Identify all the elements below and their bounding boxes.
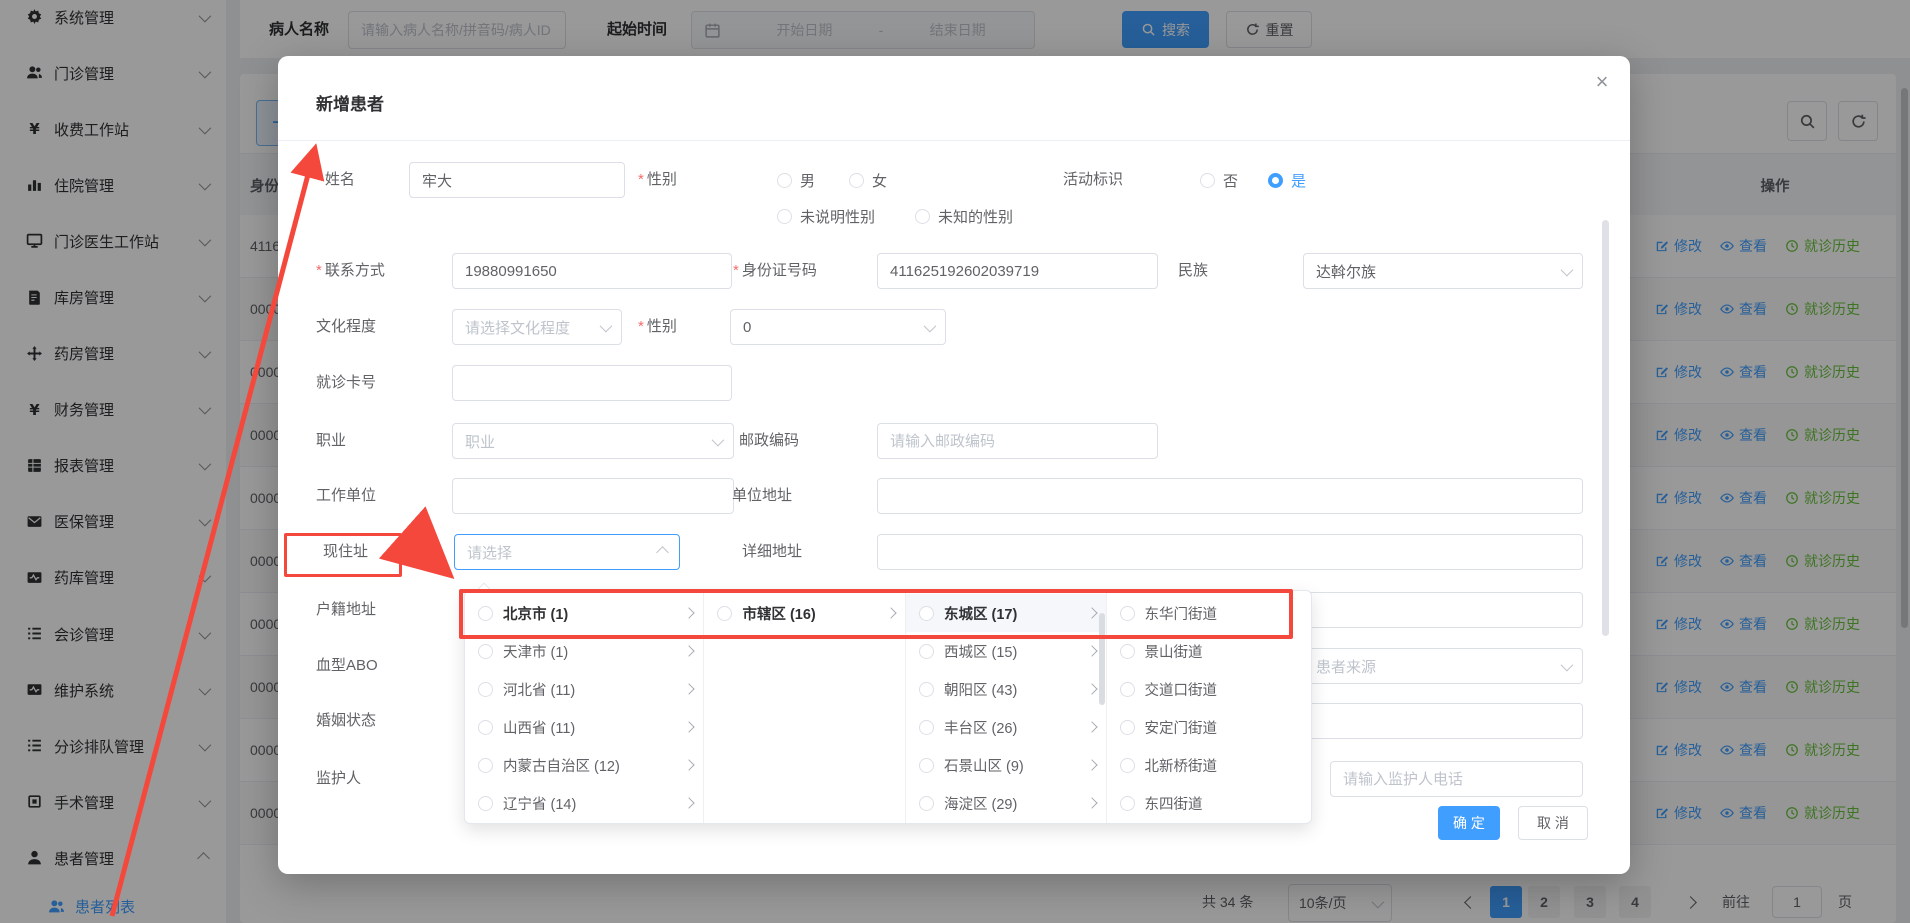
radio-icon xyxy=(1200,173,1215,188)
registered-address-label: 户籍地址 xyxy=(316,592,376,628)
chevron-up-icon xyxy=(656,546,669,559)
visit-card-input[interactable] xyxy=(452,365,732,401)
radio-icon[interactable] xyxy=(919,796,934,811)
guardian-label: 监护人 xyxy=(316,761,361,797)
blood-type-label: 血型ABO xyxy=(316,648,378,684)
gender-label: *性别 xyxy=(638,162,677,198)
radio-icon[interactable] xyxy=(1120,644,1135,659)
radio-unknown-gender[interactable]: 未知的性别 xyxy=(915,206,1013,227)
employer-input[interactable] xyxy=(452,478,734,514)
occupation-select[interactable]: 职业 xyxy=(452,423,734,459)
ethnicity-label: 民族 xyxy=(1178,253,1208,289)
chevron-down-icon xyxy=(1561,658,1574,671)
gender-radio-group-extra: 未说明性别 未知的性别 xyxy=(777,198,1013,234)
current-address-cascader-select[interactable]: 请选择 xyxy=(454,534,680,570)
radio-icon xyxy=(849,173,864,188)
cascader-option[interactable]: 丰台区 (26) xyxy=(906,708,1106,746)
cascader-option[interactable]: 朝阳区 (43) xyxy=(906,670,1106,708)
radio-selected-icon xyxy=(1268,173,1283,188)
postal-code-label: 邮政编码 xyxy=(739,423,799,459)
cascader-option[interactable]: 海淀区 (29) xyxy=(906,784,1106,822)
cascader-option[interactable]: 安定门街道 xyxy=(1107,708,1312,746)
radio-female[interactable]: 女 xyxy=(849,170,887,191)
radio-icon[interactable] xyxy=(478,682,493,697)
radio-no[interactable]: 否 xyxy=(1200,170,1238,191)
patient-source-select[interactable]: 患者来源 xyxy=(1303,648,1583,684)
employer-address-input[interactable] xyxy=(877,478,1583,514)
chevron-right-icon xyxy=(684,721,695,732)
chevron-down-icon xyxy=(600,319,613,332)
cascader-option[interactable]: 东四街道 xyxy=(1107,784,1312,822)
id-number-label: *身份证号码 xyxy=(733,253,817,289)
radio-icon[interactable] xyxy=(478,644,493,659)
cascader-option[interactable]: 辽宁省 (14) xyxy=(465,784,703,822)
radio-icon[interactable] xyxy=(919,682,934,697)
cascader-option[interactable]: 内蒙古自治区 (12) xyxy=(465,746,703,784)
radio-icon xyxy=(777,209,792,224)
radio-yes[interactable]: 是 xyxy=(1268,170,1306,191)
radio-icon[interactable] xyxy=(1120,758,1135,773)
radio-icon[interactable] xyxy=(1120,720,1135,735)
cascader-option[interactable]: 石景山区 (9) xyxy=(906,746,1106,784)
cascader-option[interactable]: 交道口街道 xyxy=(1107,670,1312,708)
chevron-right-icon xyxy=(684,759,695,770)
radio-male[interactable]: 男 xyxy=(777,170,815,191)
chevron-down-icon xyxy=(712,433,725,446)
chevron-right-icon xyxy=(1086,721,1097,732)
postal-code-input[interactable] xyxy=(877,423,1158,459)
cascader-option[interactable]: 山西省 (11) xyxy=(465,708,703,746)
close-icon[interactable]: × xyxy=(1586,66,1618,98)
cascader-option[interactable]: 北新桥街道 xyxy=(1107,746,1312,784)
modal-scrollbar[interactable] xyxy=(1602,220,1609,636)
radio-icon[interactable] xyxy=(919,644,934,659)
chevron-right-icon xyxy=(1086,759,1097,770)
gender-code-label: *性别 xyxy=(638,309,677,345)
education-select[interactable]: 请选择文化程度 xyxy=(452,309,622,345)
detail-address-input[interactable] xyxy=(877,534,1583,570)
employer-address-label: 单位地址 xyxy=(732,478,792,514)
active-flag-label: 活动标识 xyxy=(1063,162,1123,198)
active-flag-radio-group: 否 是 xyxy=(1200,162,1306,198)
chevron-right-icon xyxy=(684,797,695,808)
radio-icon[interactable] xyxy=(478,796,493,811)
ethnicity-select[interactable]: 达斡尔族 xyxy=(1303,253,1583,289)
chevron-right-icon xyxy=(1086,797,1097,808)
guardian-phone-input[interactable] xyxy=(1330,761,1583,797)
detail-address-label: 详细地址 xyxy=(742,534,802,570)
id-number-input[interactable] xyxy=(877,253,1158,289)
occupation-label: 职业 xyxy=(316,423,346,459)
chevron-right-icon xyxy=(684,645,695,656)
name-input[interactable] xyxy=(409,162,625,198)
annotation-box-address-label xyxy=(284,533,402,577)
employer-label: 工作单位 xyxy=(316,478,376,514)
visit-card-label: 就诊卡号 xyxy=(316,365,376,401)
radio-icon[interactable] xyxy=(1120,682,1135,697)
divider xyxy=(278,140,1630,141)
gender-code-select[interactable]: 0 xyxy=(730,309,946,345)
education-label: 文化程度 xyxy=(316,309,376,345)
chevron-right-icon xyxy=(1086,645,1097,656)
contact-input[interactable] xyxy=(452,253,732,289)
radio-icon[interactable] xyxy=(919,720,934,735)
cancel-button[interactable]: 取 消 xyxy=(1518,806,1588,840)
radio-icon[interactable] xyxy=(1120,796,1135,811)
chevron-right-icon xyxy=(684,683,695,694)
annotation-box-cascader-row xyxy=(459,589,1293,639)
chevron-down-icon xyxy=(924,319,937,332)
cascader-option[interactable]: 河北省 (11) xyxy=(465,670,703,708)
chevron-right-icon xyxy=(1086,683,1097,694)
radio-icon xyxy=(777,173,792,188)
radio-icon[interactable] xyxy=(919,758,934,773)
radio-icon xyxy=(915,209,930,224)
chevron-down-icon xyxy=(1561,263,1574,276)
name-label: *姓名 xyxy=(316,162,355,198)
modal-title: 新增患者 xyxy=(316,90,384,115)
gender-radio-group: 男 女 xyxy=(777,162,887,198)
contact-label: *联系方式 xyxy=(316,253,385,289)
radio-icon[interactable] xyxy=(478,720,493,735)
confirm-button[interactable]: 确 定 xyxy=(1438,806,1500,840)
radio-icon[interactable] xyxy=(478,758,493,773)
marital-status-label: 婚姻状态 xyxy=(316,703,376,739)
radio-unspecified-gender[interactable]: 未说明性别 xyxy=(777,206,875,227)
